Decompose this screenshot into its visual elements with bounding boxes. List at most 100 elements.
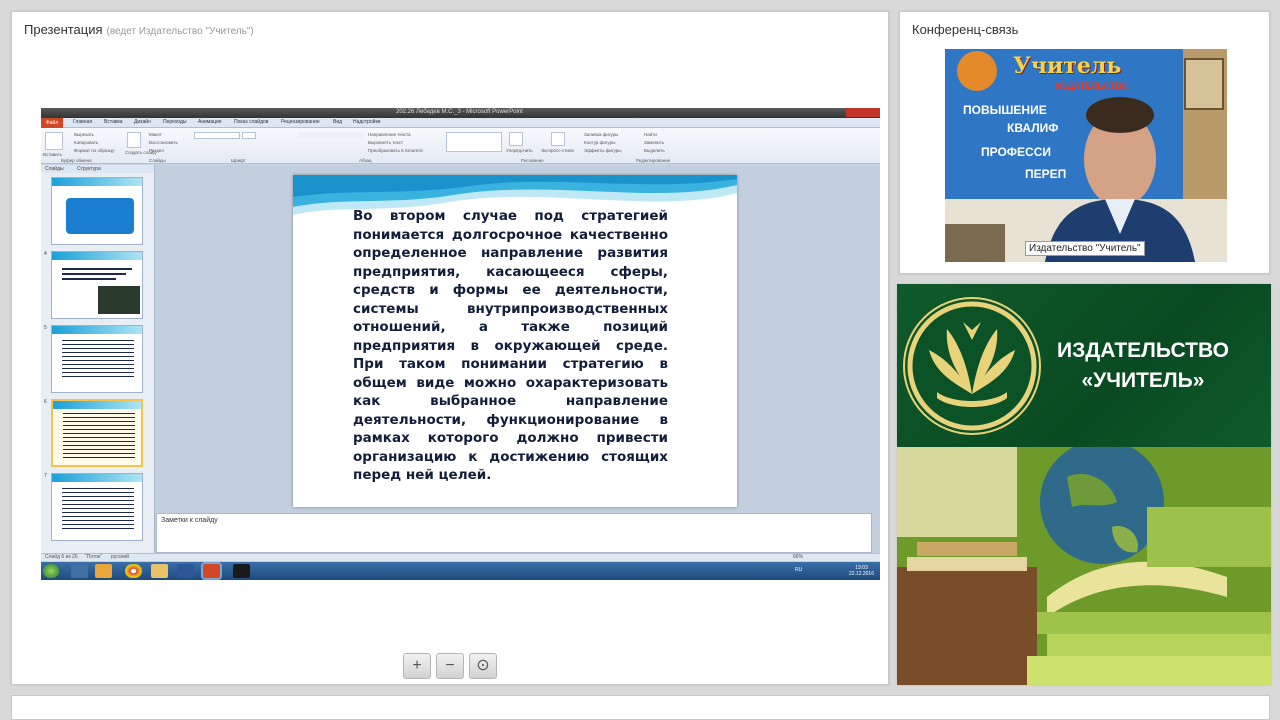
- powerpoint-titlebar: 202.26 Лебедев М.С._3 - Microsoft PowerP…: [41, 108, 880, 118]
- cut-button[interactable]: Вырезать: [74, 132, 94, 137]
- font-family-select[interactable]: [194, 132, 240, 139]
- slides-group-label: Слайды: [149, 158, 166, 163]
- layout-button[interactable]: Макет: [149, 132, 162, 137]
- theme-name: "Поток": [85, 554, 103, 560]
- publisher-name-line1: ИЗДАТЕЛЬСТВО: [1057, 339, 1229, 362]
- slide-thumbnail[interactable]: [51, 473, 143, 541]
- tab-animation[interactable]: Анимация: [198, 119, 221, 125]
- arrange-button[interactable]: Упорядочить: [506, 148, 533, 153]
- file-tab[interactable]: Файл: [41, 118, 63, 128]
- presentation-host: (ведет Издательство "Учитель"): [106, 26, 254, 37]
- slide-counter: Слайд 6 из 26: [45, 554, 78, 560]
- list-buttons[interactable]: [298, 132, 364, 139]
- banner-books-image: [897, 440, 1271, 685]
- tab-design[interactable]: Дизайн: [134, 119, 151, 125]
- zoom-in-button[interactable]: +: [403, 653, 431, 679]
- sign-line: ПРОФЕССИ: [981, 145, 1052, 159]
- format-painter-button[interactable]: Формат по образцу: [74, 148, 114, 153]
- slide-thumbnail[interactable]: [51, 177, 143, 245]
- bottom-panel: [11, 695, 1270, 720]
- thumb-number: 7: [44, 473, 47, 479]
- shape-outline-button[interactable]: Контур фигуры: [584, 140, 615, 145]
- sign-line: КВАЛИФ: [1007, 121, 1059, 135]
- window-title: 202.26 Лебедев М.С._3 - Microsoft PowerP…: [396, 109, 523, 115]
- tab-slideshow[interactable]: Показ слайдов: [234, 119, 268, 125]
- notes-pane[interactable]: Заметки к слайду: [156, 513, 872, 553]
- shapes-gallery[interactable]: [446, 132, 502, 152]
- smartart-button[interactable]: Преобразовать в SmartArt: [368, 148, 423, 153]
- taskbar-clock[interactable]: 13:03 22.12.2016: [849, 565, 874, 577]
- paragraph-group-label: Абзац: [359, 158, 372, 163]
- sign-subtitle: ИЗДАТЕЛЬСТВО: [1055, 81, 1129, 91]
- tab-slides[interactable]: Слайды: [45, 166, 64, 172]
- reset-button[interactable]: Восстановить: [149, 140, 178, 145]
- align-buttons[interactable]: [298, 143, 364, 150]
- tab-addins[interactable]: Надстройки: [353, 119, 380, 125]
- replace-button[interactable]: Заменить: [644, 140, 664, 145]
- quick-styles-button[interactable]: Экспресс-стили: [541, 148, 574, 153]
- shape-effects-button[interactable]: Эффекты фигуры: [584, 148, 622, 153]
- thumb-wave: [52, 326, 142, 334]
- tab-outline[interactable]: Структура: [77, 166, 101, 172]
- folder-icon[interactable]: [151, 564, 168, 578]
- window-controls[interactable]: [846, 108, 880, 117]
- tab-home[interactable]: Главная: [73, 119, 92, 125]
- powerpoint-workspace: Слайды Структура 4 5 6 7 Во втором случа…: [41, 165, 880, 565]
- conference-panel: Конференц-связь Учитель ИЗДАТЕЛЬСТВО ПОВ…: [899, 11, 1270, 274]
- webinar-app-icon[interactable]: [233, 564, 250, 578]
- font-format-buttons[interactable]: [194, 143, 294, 150]
- arrange-icon[interactable]: [509, 132, 523, 146]
- zoom-level[interactable]: 66%: [793, 554, 803, 560]
- tab-review[interactable]: Рецензирование: [281, 119, 320, 125]
- paste-icon[interactable]: [45, 132, 63, 150]
- thumb-blue-box: [66, 198, 134, 234]
- select-button[interactable]: Выделить: [644, 148, 665, 153]
- thumb-number: 5: [44, 325, 47, 331]
- tab-view[interactable]: Вид: [333, 119, 342, 125]
- copy-button[interactable]: Копировать: [74, 140, 98, 145]
- thumb-text-block: [63, 413, 135, 459]
- sign-line: ПОВЫШЕНИЕ: [963, 103, 1047, 117]
- thumb-wave: [52, 252, 142, 260]
- quick-styles-icon[interactable]: [551, 132, 565, 146]
- slide-thumbnail[interactable]: [51, 325, 143, 393]
- tab-transitions[interactable]: Переходы: [163, 119, 186, 125]
- word-icon[interactable]: [177, 564, 194, 578]
- align-text-button[interactable]: Выровнять текст: [368, 140, 403, 145]
- text-direction-button[interactable]: Направление текста: [368, 132, 411, 137]
- zoom-fit-button[interactable]: ⊙: [469, 653, 497, 679]
- thumb-image: [98, 286, 140, 314]
- taskbar-app-icon[interactable]: [71, 564, 88, 578]
- shared-screen: 202.26 Лебедев М.С._3 - Microsoft PowerP…: [41, 108, 880, 580]
- media-player-icon[interactable]: [95, 564, 112, 578]
- conference-title: Конференц-связь: [912, 22, 1019, 37]
- paste-button[interactable]: Вставить: [43, 152, 62, 157]
- slide-body-text[interactable]: Во втором случае под стратегией понимает…: [353, 207, 668, 485]
- section-button[interactable]: Раздел: [149, 148, 164, 153]
- font-size-select[interactable]: [242, 132, 256, 139]
- start-button-icon[interactable]: [43, 564, 59, 578]
- clipboard-group-label: Буфер обмена: [61, 158, 92, 163]
- slide-thumbnail-selected[interactable]: [51, 399, 143, 467]
- banner-header: ИЗДАТЕЛЬСТВО «УЧИТЕЛЬ»: [897, 284, 1271, 447]
- presentation-title: Презентация (ведет Издательство "Учитель"…: [24, 22, 254, 37]
- speaker-video[interactable]: Учитель ИЗДАТЕЛЬСТВО ПОВЫШЕНИЕ КВАЛИФ ПР…: [945, 49, 1227, 262]
- thumb-wave: [52, 178, 142, 186]
- find-button[interactable]: Найти: [644, 132, 657, 137]
- slide-thumbnail[interactable]: [51, 251, 143, 319]
- zoom-out-button[interactable]: −: [436, 653, 464, 679]
- keyboard-language[interactable]: RU: [795, 567, 802, 573]
- drawing-group-label: Рисование: [521, 158, 544, 163]
- shape-fill-button[interactable]: Заливка фигуры: [584, 132, 618, 137]
- tab-insert[interactable]: Вставка: [104, 119, 123, 125]
- zoom-in-icon: +: [412, 657, 422, 674]
- status-bar: Слайд 6 из 26 "Поток" русский 66%: [41, 553, 880, 561]
- powerpoint-icon[interactable]: [203, 564, 220, 578]
- slides-pane-tabs: Слайды Структура: [41, 165, 154, 173]
- thumb-text-block: [62, 340, 134, 380]
- new-slide-icon[interactable]: [127, 132, 141, 148]
- current-slide[interactable]: Во втором случае под стратегией понимает…: [293, 175, 737, 507]
- chrome-icon[interactable]: [125, 564, 142, 578]
- presentation-panel: Презентация (ведет Издательство "Учитель"…: [11, 11, 889, 685]
- ribbon: Вставить Вырезать Копировать Формат по о…: [41, 128, 880, 164]
